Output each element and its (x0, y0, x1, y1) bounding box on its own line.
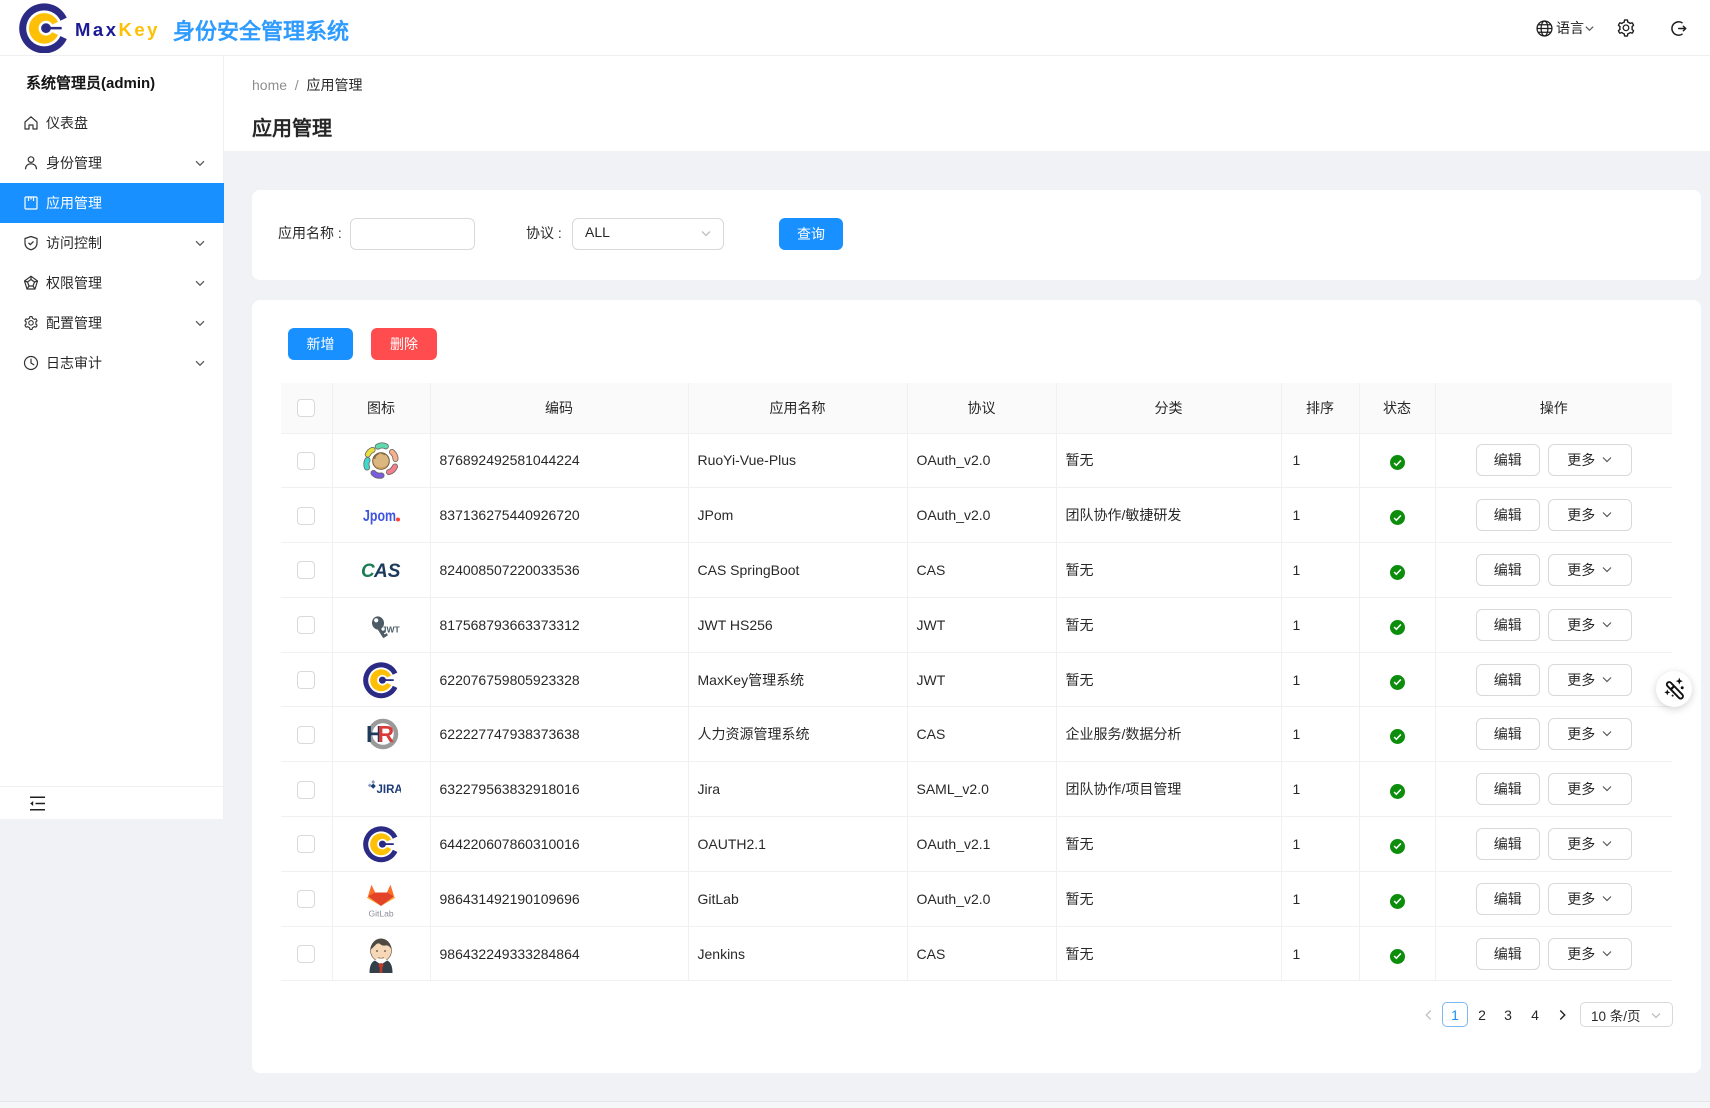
svg-text:C: C (361, 561, 375, 582)
svg-text:AS: AS (373, 561, 401, 582)
svg-text:R: R (378, 721, 395, 747)
svg-text:GitLab: GitLab (369, 908, 394, 918)
svg-text:Jpom: Jpom (363, 508, 396, 525)
svg-text:JWT: JWT (382, 624, 401, 634)
svg-text:JIRA: JIRA (377, 784, 402, 796)
